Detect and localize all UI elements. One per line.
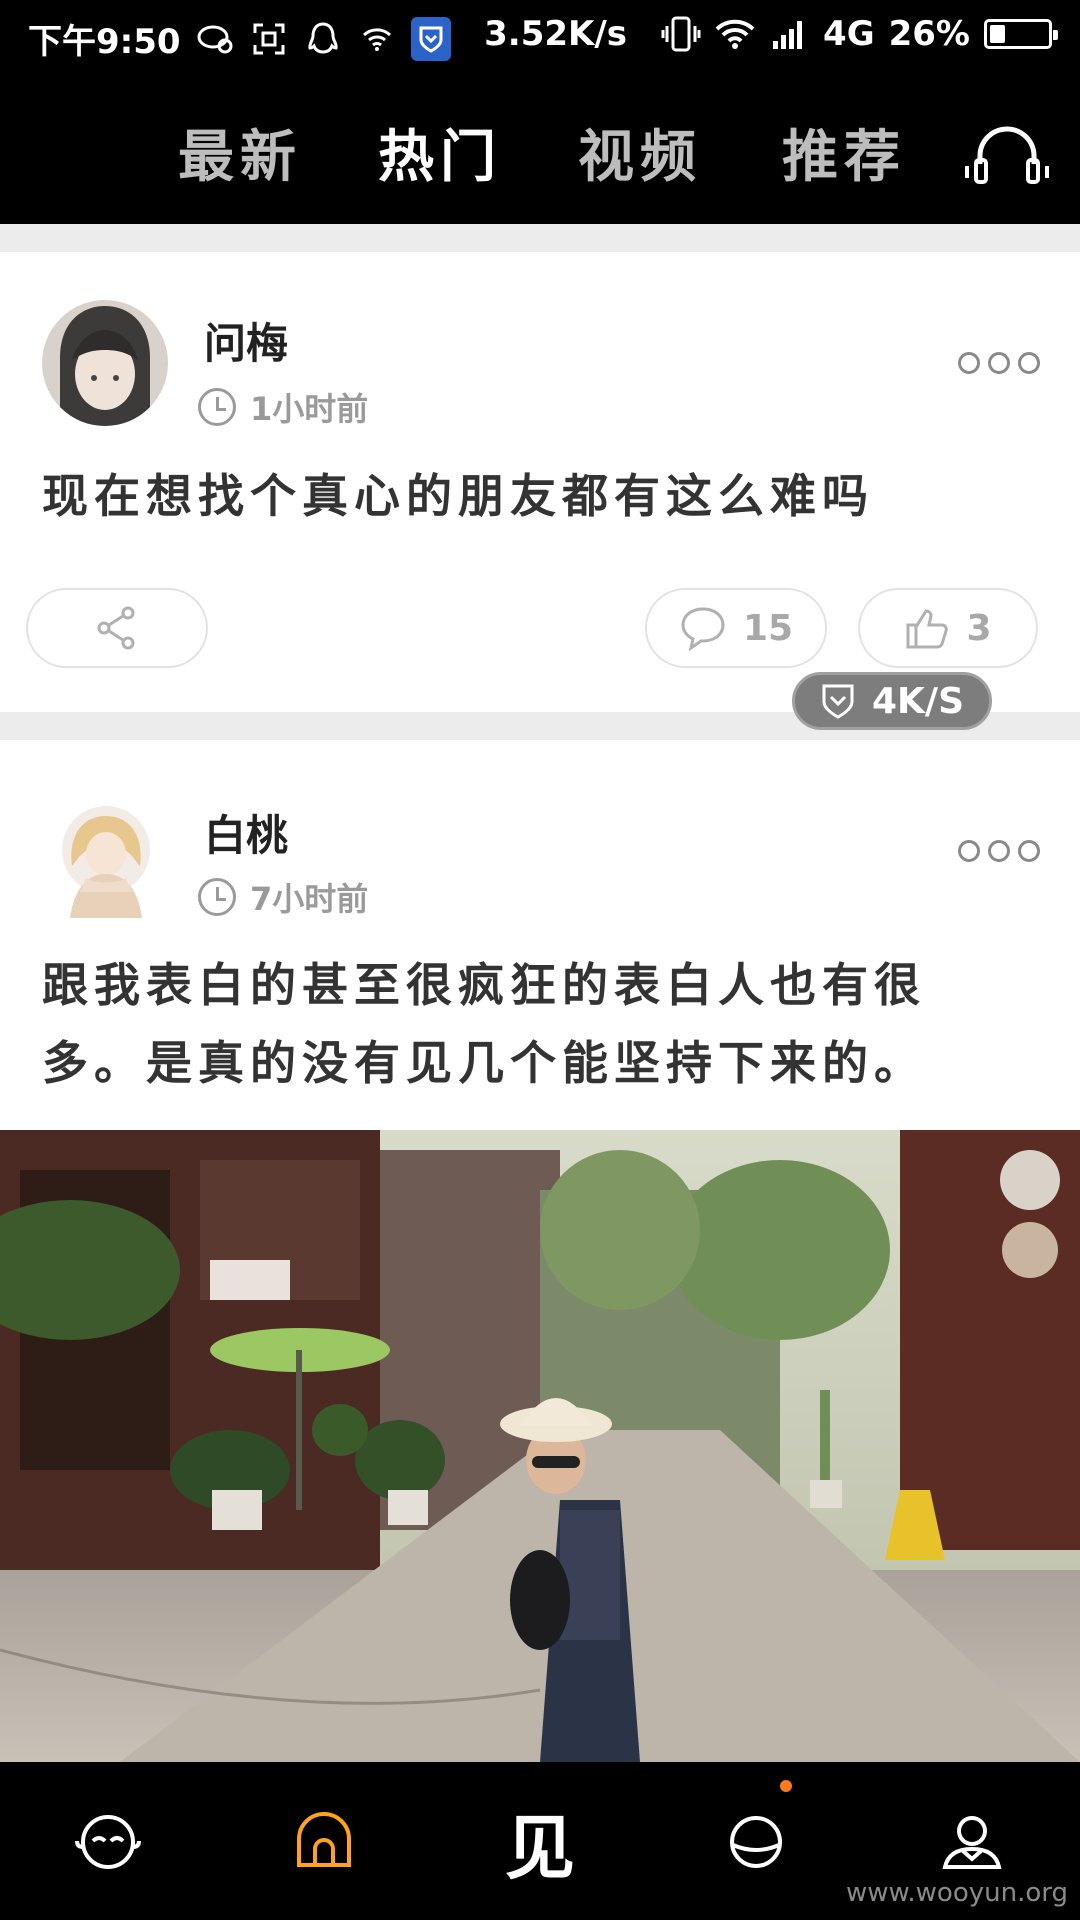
post-image[interactable]: [0, 1130, 1080, 1762]
battery-percent: 26%: [888, 14, 970, 54]
battery-icon: [984, 19, 1058, 49]
post-text: 跟我表白的甚至很疯狂的表白人也有很多。是真的没有见几个能坚持下来的。: [42, 958, 926, 1090]
bottom-nav: 见 www.wooyun.org: [0, 1762, 1080, 1920]
shield-icon: [822, 684, 854, 719]
share-icon: [97, 606, 135, 650]
status-time: 下午9:50: [28, 22, 181, 62]
avatar[interactable]: [42, 300, 168, 426]
notification-dot: [780, 1780, 792, 1792]
tab-home[interactable]: [284, 1802, 364, 1882]
avatar[interactable]: [42, 792, 168, 918]
post-text: 现在想找个真心的朋友都有这么难吗: [42, 469, 874, 523]
username[interactable]: 问梅: [204, 310, 288, 371]
like-button[interactable]: 3: [858, 588, 1038, 668]
share-button[interactable]: [26, 588, 208, 668]
watermark: www.wooyun.org: [845, 1878, 1068, 1908]
status-right: 3.52K/s 4G 26%: [484, 14, 1058, 54]
wifi-icon: [715, 14, 755, 54]
username[interactable]: 白桃: [204, 802, 288, 863]
time-label: 7小时前: [250, 880, 369, 918]
wifi-small-icon: [357, 19, 397, 59]
comment-button[interactable]: 15: [645, 588, 827, 668]
tab-video[interactable]: 视频: [578, 112, 702, 193]
dot-icon: [958, 840, 980, 862]
tab-profile[interactable]: [932, 1802, 1012, 1882]
profile-icon: [942, 1816, 1002, 1869]
headphones-icon[interactable]: [964, 120, 1050, 190]
clock-icon: [198, 878, 236, 916]
more-options-button[interactable]: [958, 352, 1040, 374]
qq-icon: [303, 19, 343, 59]
tab-face[interactable]: [68, 1802, 148, 1882]
post-time: 1小时前: [198, 384, 368, 430]
clock-icon: [198, 388, 236, 426]
status-bar: 下午9:50 3.52K/s 4G 26%: [0, 0, 1080, 72]
chat-icon: [195, 19, 235, 59]
more-options-button[interactable]: [958, 840, 1040, 862]
tab-latest[interactable]: 最新: [178, 112, 302, 193]
shield-icon: [410, 16, 451, 61]
like-count: 3: [966, 607, 992, 649]
post-card[interactable]: 问梅 1小时前 现在想找个真心的朋友都有这么难吗 15 3: [0, 252, 1080, 712]
dot-icon: [1018, 840, 1040, 862]
face-icon: [75, 1815, 141, 1869]
planet-icon: [730, 1816, 782, 1868]
tab-planet[interactable]: [716, 1802, 796, 1882]
speed-badge[interactable]: 4K/S: [792, 672, 992, 730]
network-speed: 3.52K/s: [484, 14, 628, 54]
thumbs-up-icon: [906, 609, 949, 649]
tab-jian[interactable]: 见: [500, 1802, 580, 1889]
tab-recommend[interactable]: 推荐: [782, 112, 906, 193]
top-nav: 最新 热门 视频 推荐: [0, 72, 1080, 224]
jian-label: 见: [505, 1805, 575, 1889]
network-type: 4G: [823, 14, 875, 54]
speed-badge-label: 4K/S: [871, 680, 965, 722]
time-label: 1小时前: [250, 390, 369, 428]
dot-icon: [988, 840, 1010, 862]
dot-icon: [988, 352, 1010, 374]
screenshot-icon: [249, 19, 289, 59]
home-icon: [297, 1812, 351, 1867]
battery-fill: [990, 25, 1005, 43]
post-card[interactable]: 白桃 7小时前 跟我表白的甚至很疯狂的表白人也有很多。是真的没有见几个能坚持下来…: [0, 740, 1080, 1130]
signal-icon: [769, 14, 809, 54]
post-time: 7小时前: [198, 874, 368, 920]
dot-icon: [958, 352, 980, 374]
comment-icon: [681, 607, 725, 651]
comment-count: 15: [742, 607, 794, 649]
tab-hot[interactable]: 热门: [378, 112, 502, 193]
vibrate-icon: [661, 14, 701, 54]
status-left: 下午9:50: [28, 14, 451, 63]
dot-icon: [1018, 352, 1040, 374]
